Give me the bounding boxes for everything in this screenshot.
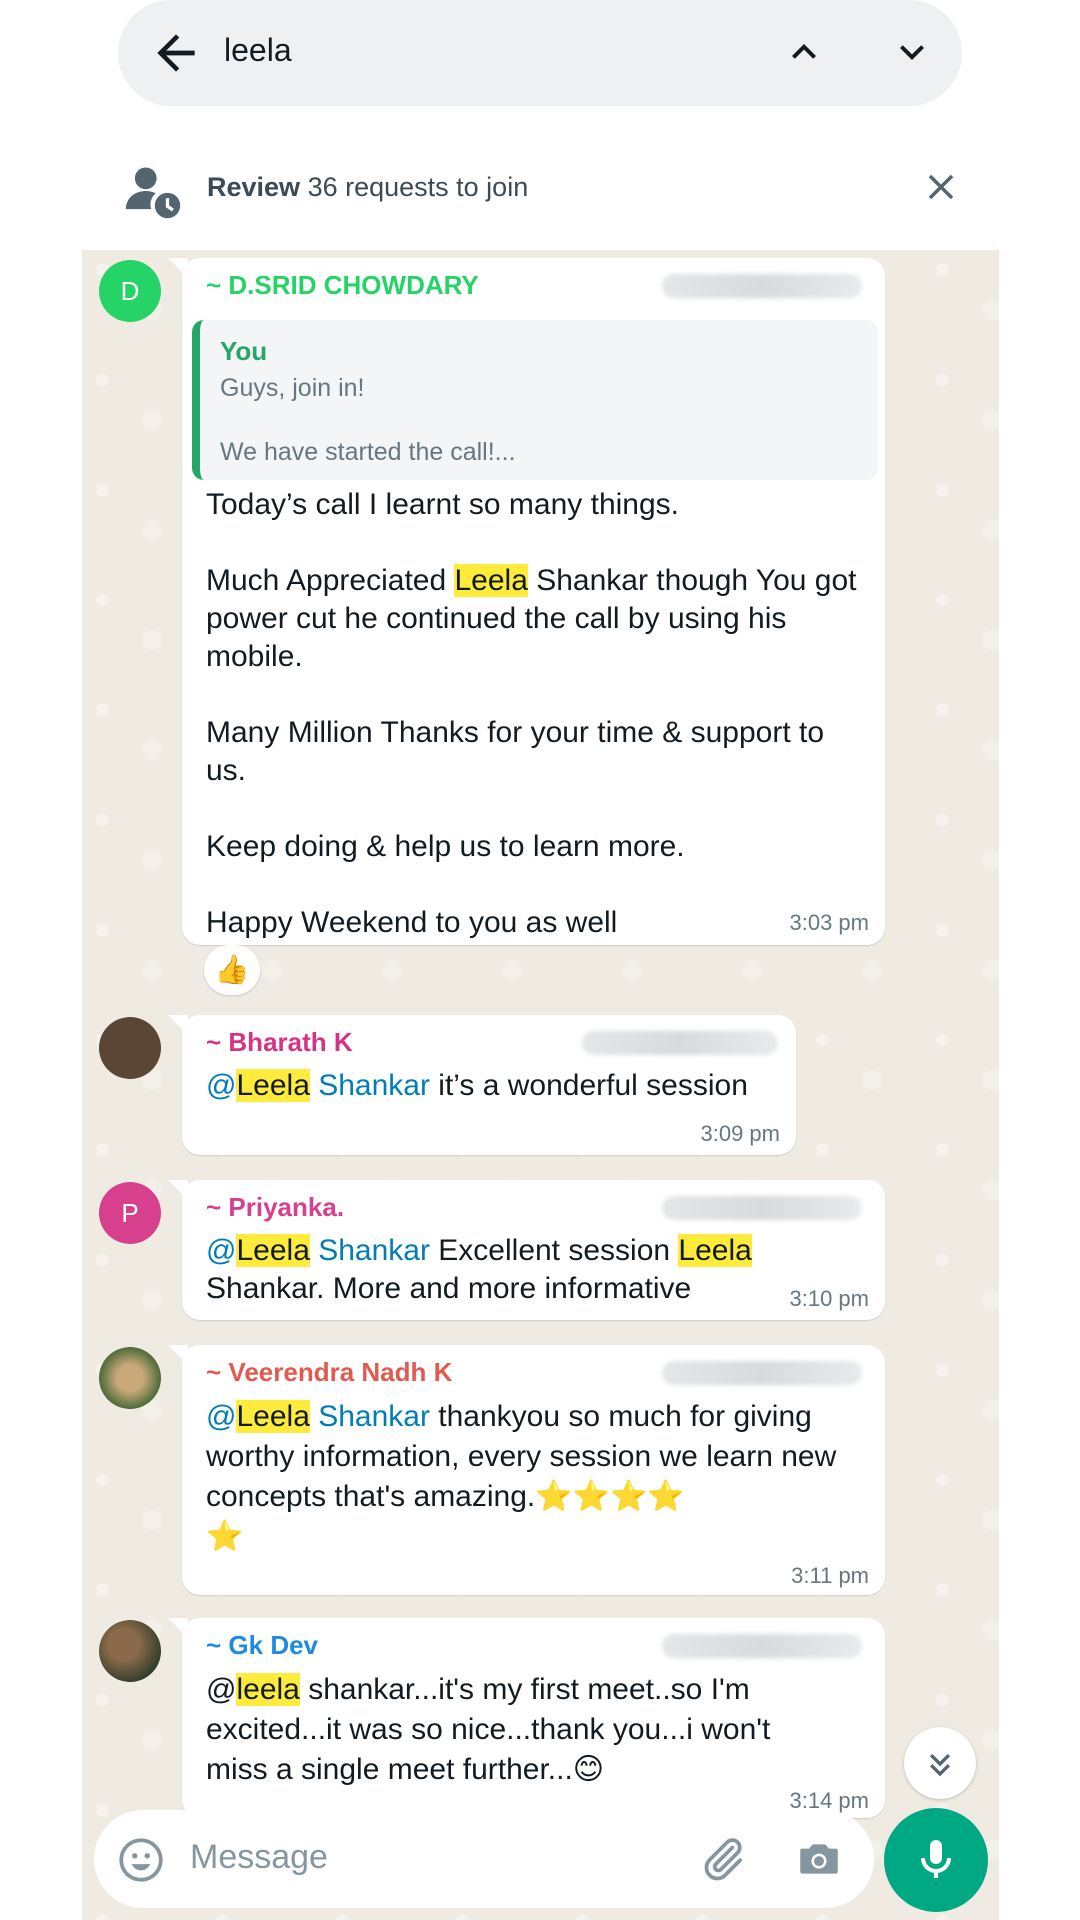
search-bar: leela [118, 0, 962, 106]
quote-author: You [220, 336, 268, 366]
chat-area[interactable]: D ~ D.SRID CHOWDARY You Guys, join in! W… [82, 250, 999, 1920]
avatar[interactable]: D [99, 260, 161, 322]
microphone-icon [921, 1840, 951, 1878]
emoji-icon[interactable] [116, 1835, 166, 1885]
avatar[interactable] [99, 1347, 161, 1409]
message-bubble[interactable]: ~ Priyanka. @Leela Shankar Excellent ses… [182, 1180, 885, 1320]
attach-icon[interactable] [698, 1834, 748, 1884]
review-text: Review 36 requests to join [207, 172, 529, 202]
quote-text: Guys, join in! We have started the call!… [220, 374, 516, 466]
message-time: 3:09 pm [700, 1121, 781, 1146]
message-time: 3:11 pm [791, 1563, 869, 1588]
sender-name[interactable]: ~ Gk Dev [206, 1630, 318, 1661]
sender-name[interactable]: ~ Bharath K [206, 1027, 353, 1058]
chevron-down-icon[interactable] [888, 28, 936, 76]
avatar[interactable]: P [99, 1182, 161, 1244]
sender-name[interactable]: ~ D.SRID CHOWDARY [206, 270, 479, 301]
avatar[interactable] [99, 1620, 161, 1682]
sender-name[interactable]: ~ Veerendra Nadh K [206, 1357, 452, 1388]
message-text: @Leela Shankar thankyou so much for givi… [206, 1400, 837, 1553]
sender-name[interactable]: ~ Priyanka. [206, 1192, 344, 1223]
message-composer: Message [94, 1810, 874, 1908]
camera-icon[interactable] [794, 1834, 844, 1884]
message-text: @Leela Shankar it’s a wonderful session [206, 1069, 748, 1102]
scroll-to-bottom-button[interactable] [904, 1727, 976, 1799]
message-text: @Leela Shankar Excellent session Leela S… [206, 1234, 752, 1305]
search-input[interactable]: leela [224, 32, 292, 69]
message-bubble[interactable]: ~ Gk Dev @leela shankar...it's my first … [182, 1618, 885, 1818]
blurred-phone [662, 1361, 862, 1385]
message-text: @leela shankar...it's my first meet..so … [206, 1673, 771, 1786]
message-bubble[interactable]: ~ D.SRID CHOWDARY You Guys, join in! We … [182, 258, 885, 945]
reaction-thumbs-up[interactable]: 👍 [204, 945, 260, 995]
message-text: Today’s call I learnt so many things. Muc… [206, 488, 857, 939]
message-bubble[interactable]: ~ Veerendra Nadh K @Leela Shankar thanky… [182, 1345, 885, 1595]
message-bubble[interactable]: ~ Bharath K @Leela Shankar it’s a wonder… [182, 1015, 796, 1155]
chevron-up-icon[interactable] [780, 28, 828, 76]
close-icon[interactable] [920, 166, 962, 208]
voice-message-button[interactable] [884, 1808, 988, 1912]
double-chevron-down-icon [930, 1754, 950, 1777]
avatar[interactable] [99, 1017, 161, 1079]
back-arrow-icon[interactable] [148, 25, 204, 81]
message-time: 3:10 pm [789, 1286, 870, 1311]
quoted-message[interactable]: You Guys, join in! We have started the c… [192, 320, 878, 480]
blurred-phone [582, 1031, 778, 1055]
review-requests-banner[interactable]: Review 36 requests to join [0, 150, 1080, 230]
blurred-phone [662, 1634, 862, 1658]
person-clock-icon [125, 167, 181, 219]
blurred-phone [662, 274, 862, 298]
message-input[interactable]: Message [190, 1838, 328, 1877]
blurred-phone [662, 1196, 862, 1220]
message-time: 3:03 pm [789, 910, 870, 935]
